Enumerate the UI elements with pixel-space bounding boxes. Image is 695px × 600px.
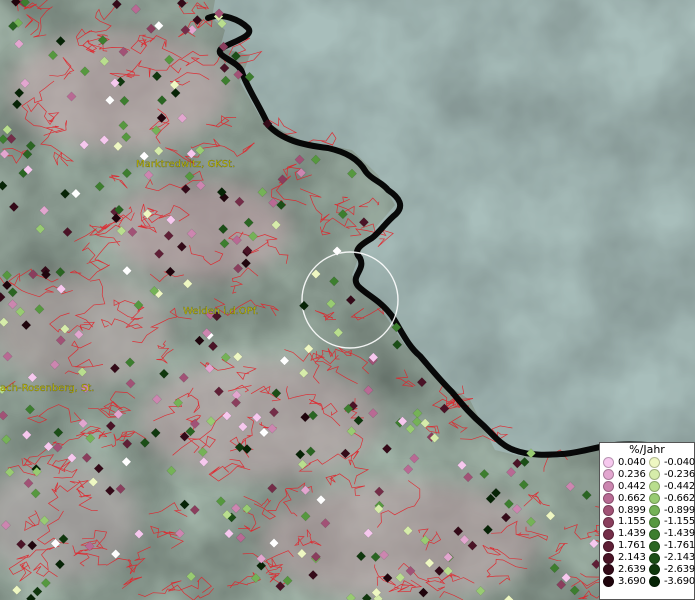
legend-value: -1.155 bbox=[664, 516, 695, 528]
legend-entry: 0.442 bbox=[600, 481, 646, 493]
legend-entry: 3.690 bbox=[600, 576, 646, 588]
legend-row: 1.155 -1.155 bbox=[600, 516, 695, 528]
legend-swatch bbox=[603, 493, 614, 505]
legend-value: 0.662 bbox=[618, 492, 646, 504]
legend-value: 1.155 bbox=[618, 516, 646, 528]
place-label-marktredwitz: Marktredwitz, GKSt. bbox=[136, 159, 235, 170]
legend-row: 0.662 -0.662 bbox=[600, 492, 695, 505]
legend-swatch bbox=[603, 576, 614, 588]
legend-entry: 1.761 bbox=[600, 540, 646, 552]
legend-swatch bbox=[603, 540, 614, 552]
legend-row: 1.761 -1.761 bbox=[600, 540, 695, 552]
legend-swatch bbox=[649, 505, 660, 516]
legend-entry: -0.899 bbox=[646, 504, 695, 517]
legend-entry: 0.662 bbox=[600, 493, 646, 505]
legend-value: -0.662 bbox=[664, 492, 695, 504]
legend-entry: -1.439 bbox=[646, 528, 695, 540]
legend-row: 0.236 -0.236 bbox=[600, 468, 695, 481]
legend-value: -3.690 bbox=[664, 575, 695, 587]
legend-entry: 0.236 bbox=[600, 469, 646, 481]
legend: %/Jahr 0.040 -0.040 0.236 -0.236 0.442 -0.442… bbox=[599, 442, 695, 600]
legend-value: -1.439 bbox=[664, 528, 695, 540]
legend-swatch bbox=[649, 516, 660, 528]
legend-value: -0.442 bbox=[664, 480, 695, 492]
legend-swatch bbox=[603, 505, 614, 516]
legend-title: %/Jahr bbox=[629, 443, 665, 456]
legend-swatch bbox=[603, 457, 614, 469]
legend-row: 3.690 -3.690 bbox=[600, 575, 695, 588]
legend-row: 2.639 -2.639 bbox=[600, 564, 695, 576]
legend-row: 0.899 -0.899 bbox=[600, 504, 695, 517]
legend-swatch bbox=[603, 552, 614, 564]
legend-entry: 0.040 bbox=[600, 457, 646, 469]
legend-entry: -2.639 bbox=[646, 564, 695, 576]
legend-swatch bbox=[649, 540, 660, 552]
legend-value: -1.761 bbox=[664, 540, 695, 552]
legend-row: 2.143 -2.143 bbox=[600, 552, 695, 564]
legend-swatch bbox=[649, 564, 660, 576]
legend-entry: -0.040 bbox=[646, 457, 695, 469]
legend-row: 0.040 -0.040 bbox=[600, 457, 695, 469]
legend-value: 0.236 bbox=[618, 468, 646, 480]
legend-swatch bbox=[603, 481, 614, 493]
place-label-weiden: Weiden i.d.OPf. bbox=[183, 306, 259, 317]
legend-entry: -3.690 bbox=[646, 575, 695, 588]
legend-swatch bbox=[603, 564, 614, 576]
map-canvas[interactable]: Marktredwitz, GKSt. Weiden i.d.OPf. ach-… bbox=[0, 0, 695, 600]
legend-entry: -1.155 bbox=[646, 516, 695, 528]
legend-value: 0.899 bbox=[618, 504, 646, 516]
legend-swatch bbox=[649, 481, 660, 493]
legend-value: 2.639 bbox=[618, 564, 646, 576]
legend-value: 3.690 bbox=[618, 575, 646, 587]
legend-entry: 2.639 bbox=[600, 564, 646, 576]
place-label-rosenberg: ach-Rosenberg, St. bbox=[0, 383, 94, 394]
legend-swatch bbox=[603, 516, 614, 528]
legend-entry: -0.662 bbox=[646, 492, 695, 505]
legend-value: 0.040 bbox=[618, 457, 646, 468]
legend-swatch bbox=[649, 552, 660, 564]
legend-value: 2.143 bbox=[618, 552, 646, 564]
legend-value: -0.236 bbox=[664, 468, 695, 480]
legend-value: -2.639 bbox=[664, 564, 695, 576]
legend-swatch bbox=[649, 528, 660, 540]
legend-entry: 0.899 bbox=[600, 505, 646, 517]
legend-row: 0.442 -0.442 bbox=[600, 480, 695, 493]
legend-swatch bbox=[649, 469, 660, 481]
legend-swatch bbox=[649, 493, 660, 505]
legend-value: 1.439 bbox=[618, 528, 646, 540]
legend-value: -0.040 bbox=[664, 457, 695, 468]
legend-value: 1.761 bbox=[618, 540, 646, 552]
legend-entry: -2.143 bbox=[646, 552, 695, 564]
legend-rows: 0.040 -0.040 0.236 -0.236 0.442 -0.442 0.662 -0… bbox=[600, 457, 695, 588]
legend-entry: 1.155 bbox=[600, 516, 646, 528]
legend-value: 0.442 bbox=[618, 480, 646, 492]
legend-entry: -0.236 bbox=[646, 468, 695, 481]
legend-swatch bbox=[649, 457, 660, 469]
legend-value: -0.899 bbox=[664, 504, 695, 516]
legend-entry: -1.761 bbox=[646, 540, 695, 552]
legend-entry: -0.442 bbox=[646, 480, 695, 493]
legend-entry: 2.143 bbox=[600, 552, 646, 564]
legend-row: 1.439 -1.439 bbox=[600, 528, 695, 540]
legend-entry: 1.439 bbox=[600, 528, 646, 540]
legend-swatch bbox=[603, 528, 614, 540]
legend-swatch bbox=[649, 576, 660, 588]
legend-swatch bbox=[603, 469, 614, 481]
legend-value: -2.143 bbox=[664, 552, 695, 564]
